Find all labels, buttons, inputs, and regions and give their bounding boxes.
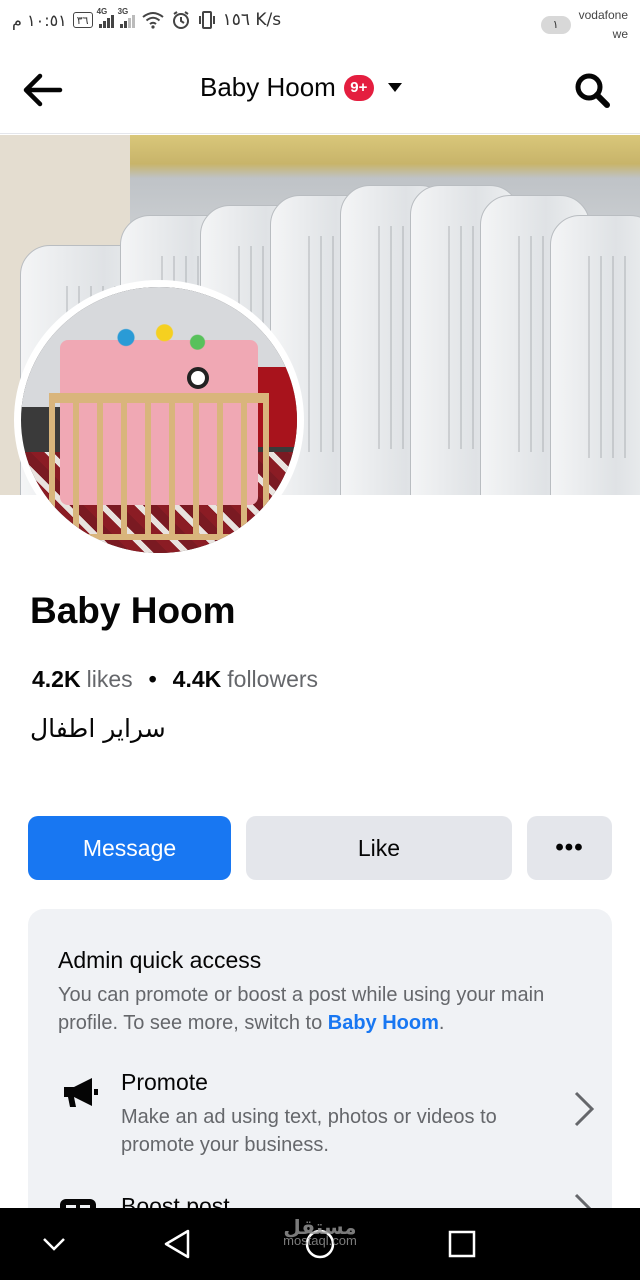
- likes-count: 4.2K: [32, 666, 81, 692]
- message-button[interactable]: Message: [28, 816, 231, 880]
- page-title: Baby Hoom: [200, 72, 336, 102]
- watermark-latin: mostaql.com: [283, 1233, 357, 1248]
- search-button[interactable]: [572, 70, 612, 110]
- promote-description: Make an ad using text, photos or videos …: [121, 1106, 497, 1156]
- net-3g-label: 3G: [117, 7, 129, 16]
- battery-level: ٣٦: [76, 13, 89, 27]
- notification-badge: 9+: [343, 74, 374, 101]
- likes-label: likes: [86, 666, 133, 692]
- page-stats: 4.2K likes • 4.4K followers: [32, 666, 318, 693]
- back-button[interactable]: [20, 70, 64, 110]
- page-category: سراير اطفال: [30, 714, 166, 743]
- like-button[interactable]: Like: [246, 816, 512, 880]
- recents-nav-icon[interactable]: [442, 1224, 482, 1264]
- admin-quick-access-card: Admin quick access You can promote or bo…: [28, 909, 612, 1249]
- status-time: ١٠:٥١ م: [12, 10, 67, 30]
- vibrate-icon: [198, 11, 215, 29]
- page-switcher[interactable]: Baby Hoom 9+: [200, 72, 402, 103]
- promote-row[interactable]: Promote Make an ad using text, photos or…: [58, 1069, 598, 1159]
- back-nav-icon[interactable]: [158, 1224, 198, 1264]
- battery-icon: ٣٦: [72, 12, 93, 28]
- watermark-arabic: مستقل: [283, 1215, 357, 1239]
- carrier-1: vodafone: [578, 8, 628, 22]
- admin-card-title: Admin quick access: [58, 947, 262, 973]
- top-bar: Baby Hoom 9+: [0, 48, 640, 134]
- admin-card-description: You can promote or boost a post while us…: [58, 981, 588, 1037]
- network-speed: ١٥٦ K/s: [222, 10, 282, 30]
- wifi-icon: [141, 12, 164, 29]
- caret-down-icon: [387, 83, 402, 92]
- cover-cot: [550, 215, 640, 495]
- watermark: مستقل mostaql.com: [270, 1215, 370, 1248]
- carrier-2: we: [612, 27, 628, 41]
- promote-title: Promote: [121, 1069, 208, 1095]
- chevron-right-icon: [574, 1091, 595, 1127]
- followers-count: 4.4K: [172, 666, 222, 692]
- more-options-button[interactable]: •••: [527, 816, 612, 880]
- hide-nav-chevron-icon[interactable]: [34, 1224, 74, 1264]
- signal-3g-icon: 3G: [118, 7, 135, 28]
- admin-desc-text: You can promote or boost a post while us…: [58, 984, 545, 1034]
- profile-picture-image: [21, 287, 297, 553]
- megaphone-icon: [64, 1078, 98, 1107]
- profile-name: Baby Hoom: [30, 590, 236, 631]
- back-arrow-icon: [23, 73, 63, 107]
- net-4g-label: 4G: [96, 7, 108, 16]
- stats-separator: •: [148, 666, 157, 692]
- profile-picture[interactable]: [14, 280, 304, 560]
- admin-desc-end: .: [438, 1012, 445, 1034]
- followers-label: followers: [227, 666, 319, 692]
- switch-profile-link[interactable]: Baby Hoom: [328, 1012, 439, 1034]
- status-left: ١٠:٥١ م ٣٦ 4G 3G ١٥٦ K/s: [12, 7, 282, 30]
- alarm-icon: [172, 11, 189, 29]
- signal-4g-icon: 4G: [97, 7, 114, 28]
- carriers: vodafone we: [579, 6, 628, 44]
- search-icon: [575, 73, 610, 108]
- status-right: ١ vodafone we: [540, 6, 628, 44]
- notification-count: ١: [540, 16, 571, 34]
- system-nav-bar: مستقل mostaql.com: [0, 1208, 640, 1280]
- status-bar: ١٠:٥١ م ٣٦ 4G 3G ١٥٦ K/s ١ vodafone we: [0, 0, 640, 48]
